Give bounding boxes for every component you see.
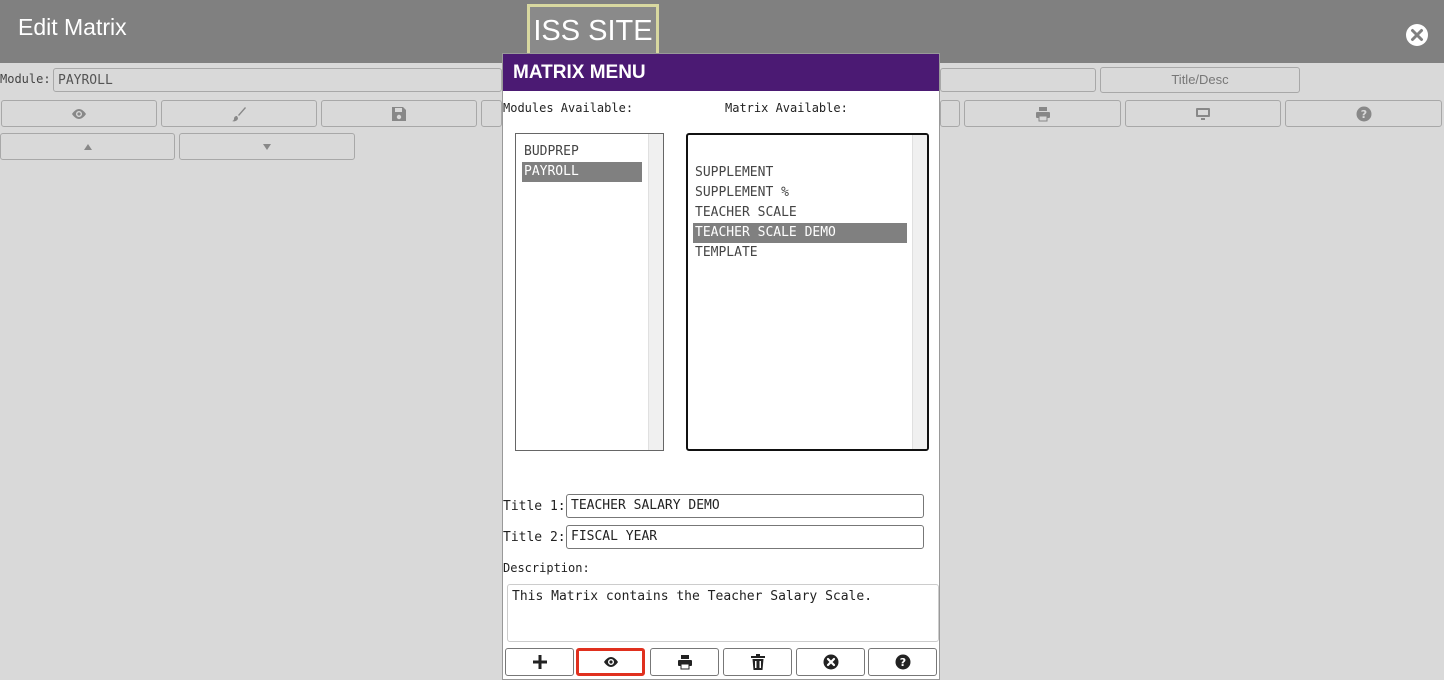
dialog-title: MATRIX MENU	[503, 54, 939, 91]
eye-icon	[72, 108, 86, 119]
matrix-item-teacher-scale-demo[interactable]: TEACHER SCALE DEMO	[693, 223, 907, 243]
matrix-item-supplement-pct[interactable]: SUPPLEMENT %	[693, 183, 907, 203]
matrix-item-template[interactable]: TEMPLATE	[693, 243, 907, 263]
description-textarea[interactable]: This Matrix contains the Teacher Salary …	[507, 584, 939, 642]
edit-button[interactable]	[161, 100, 317, 127]
down-arrow-icon	[263, 143, 271, 150]
matrix-item-supplement[interactable]: SUPPLEMENT	[693, 163, 907, 183]
module-field[interactable]: PAYROLL	[53, 68, 502, 92]
close-icon[interactable]	[1405, 23, 1429, 47]
delete-button[interactable]	[723, 648, 792, 676]
view-icon	[603, 657, 618, 667]
help-icon: ?	[895, 654, 910, 670]
view-matrix-button[interactable]	[576, 648, 645, 676]
description-label: Description:	[503, 561, 590, 575]
move-down-button[interactable]	[179, 133, 355, 160]
up-arrow-icon	[83, 143, 92, 150]
delete-icon	[750, 654, 765, 670]
add-button[interactable]	[505, 648, 574, 676]
help-button[interactable]: ?	[1285, 100, 1442, 127]
dialog-help-button[interactable]: ?	[868, 648, 937, 676]
print-icon	[677, 655, 692, 670]
hidden-button-2[interactable]	[940, 100, 960, 127]
monitor-icon	[1196, 107, 1210, 120]
module-label: Module:	[0, 72, 51, 86]
modules-label: Modules Available:	[503, 101, 634, 115]
title2-input[interactable]: FISCAL YEAR	[566, 525, 924, 549]
print-matrix-button[interactable]	[650, 648, 719, 676]
modules-scrollbar[interactable]	[648, 134, 663, 450]
matrix-label: Matrix Available:	[725, 101, 848, 115]
add-icon	[532, 655, 547, 669]
module-item-budprep[interactable]: BUDPREP	[522, 142, 642, 162]
matrix-item-teacher-scale[interactable]: TEACHER SCALE	[693, 203, 907, 223]
print-icon	[1035, 106, 1050, 121]
title-desc-field[interactable]: Title/Desc	[1100, 67, 1300, 93]
display-button[interactable]	[1125, 100, 1281, 127]
title1-input[interactable]: TEACHER SALARY DEMO	[566, 494, 924, 518]
view-button[interactable]	[1, 100, 157, 127]
site-badge: ISS SITE	[527, 4, 659, 58]
svg-text:?: ?	[1360, 108, 1366, 121]
title1-label: Title 1:	[503, 499, 566, 514]
matrix-list[interactable]: SUPPLEMENT SUPPLEMENT % TEACHER SCALE TE…	[686, 133, 929, 451]
save-button[interactable]	[321, 100, 477, 127]
brush-icon	[232, 106, 246, 121]
print-button[interactable]	[964, 100, 1121, 127]
page-title: Edit Matrix	[18, 14, 127, 40]
title2-label: Title 2:	[503, 530, 566, 545]
save-icon	[392, 106, 406, 121]
cancel-button[interactable]	[796, 648, 865, 676]
matrix-menu-dialog: MATRIX MENU Modules Available: Matrix Av…	[502, 53, 940, 680]
cancel-icon	[823, 654, 838, 670]
move-up-button[interactable]	[0, 133, 175, 160]
modules-list[interactable]: BUDPREP PAYROLL	[515, 133, 664, 451]
matrix-scrollbar[interactable]	[912, 135, 927, 449]
module-item-payroll[interactable]: PAYROLL	[522, 162, 642, 182]
help-icon: ?	[1356, 106, 1371, 121]
hidden-button[interactable]	[481, 100, 502, 127]
svg-text:?: ?	[899, 656, 905, 669]
title-field[interactable]	[940, 68, 1096, 92]
